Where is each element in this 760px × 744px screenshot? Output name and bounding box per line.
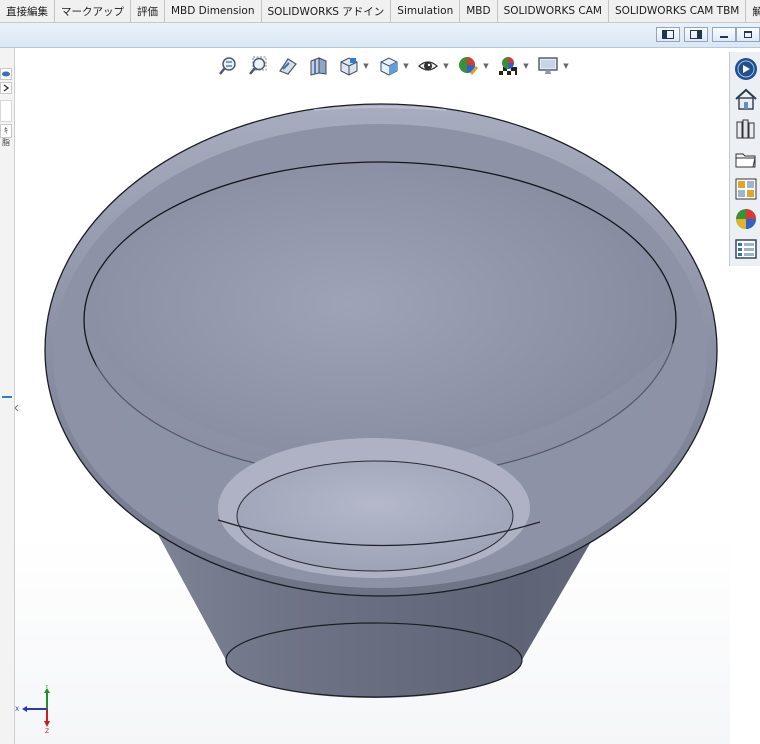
chevron-right-icon <box>3 84 10 92</box>
tab-solidworks-cam-tbm[interactable]: SOLIDWORKS CAM TBM <box>609 0 747 22</box>
tab-simulation[interactable]: Simulation <box>391 0 461 22</box>
restore-button[interactable] <box>736 27 760 42</box>
tile-right-button[interactable] <box>684 27 708 42</box>
triad-z-label: Z <box>45 728 49 733</box>
tab-mbd-dimension[interactable]: MBD Dimension <box>165 0 262 22</box>
apply-scene-button[interactable] <box>496 54 520 78</box>
section-view-icon <box>310 57 327 76</box>
design-library-icon <box>736 119 755 139</box>
triad-x-label: X <box>15 706 19 713</box>
restore-icon <box>744 31 752 38</box>
view-orientation-dropdown[interactable]: ▼ <box>362 62 370 70</box>
edit-appearance-button[interactable] <box>456 54 480 78</box>
edit-appearance-icon <box>459 57 479 75</box>
task-view-palette[interactable] <box>733 176 759 202</box>
hide-show-items-button[interactable] <box>416 54 440 78</box>
panel-splitter-marker[interactable] <box>2 396 12 398</box>
zoom-to-area-button[interactable] <box>246 54 270 78</box>
view-orientation-button[interactable] <box>336 54 360 78</box>
panel-partial-label: ｷ 脂 <box>0 124 12 147</box>
tab-evaluate[interactable]: 評価 <box>131 0 165 22</box>
task-pane <box>729 52 760 266</box>
panel-tab-chip[interactable] <box>0 68 12 80</box>
minimize-icon <box>720 36 728 38</box>
panel-expand-chip[interactable] <box>0 82 12 94</box>
tab-direct-edit[interactable]: 直接編集 <box>0 0 55 22</box>
triad-x-arrow <box>22 706 27 712</box>
tab-markup[interactable]: マークアップ <box>55 0 131 22</box>
tab-analysis-preparation[interactable]: 解析の準備 <box>746 0 760 22</box>
panel-eye-icon <box>2 71 10 77</box>
view-settings-icon <box>538 57 558 74</box>
panel-blank-chip <box>0 100 12 122</box>
previous-view-icon <box>279 58 297 75</box>
hide-show-dropdown[interactable]: ▼ <box>442 62 450 70</box>
view-orientation-icon <box>340 57 358 76</box>
tile-left-button[interactable] <box>656 27 680 42</box>
previous-view-button[interactable] <box>276 54 300 78</box>
view-palette-icon <box>735 178 757 200</box>
tab-mbd[interactable]: MBD <box>460 0 498 22</box>
task-design-library[interactable] <box>733 116 759 142</box>
appearances-scenes-icon <box>736 209 756 229</box>
zoom-to-fit-icon <box>219 57 236 75</box>
view-settings-button[interactable] <box>536 54 560 78</box>
zoom-to-fit-button[interactable] <box>216 54 240 78</box>
heads-up-view-toolbar: ▼ ▼ ▼ ▼ ▼ ▼ <box>216 52 570 80</box>
display-style-dropdown[interactable]: ▼ <box>402 62 410 70</box>
feature-manager-panel-edge: ｷ 脂 <box>0 48 19 744</box>
tab-solidworks-cam[interactable]: SOLIDWORKS CAM <box>498 0 609 22</box>
tab-solidworks-addins[interactable]: SOLIDWORKS アドイン <box>262 0 392 22</box>
task-solidworks-resources[interactable] <box>733 56 759 82</box>
display-style-icon <box>380 57 398 76</box>
task-custom-properties[interactable] <box>733 236 759 262</box>
triad-z-arrow <box>44 721 50 727</box>
section-view-button[interactable] <box>306 54 330 78</box>
tile-left-icon <box>662 30 674 39</box>
task-home[interactable] <box>733 86 759 112</box>
tile-right-icon <box>690 30 702 39</box>
hide-show-items-icon <box>418 61 438 71</box>
command-manager-tabs: 直接編集 マークアップ 評価 MBD Dimension SOLIDWORKS … <box>0 0 760 23</box>
apply-scene-icon <box>499 57 517 75</box>
solidworks-resources-icon <box>735 58 757 80</box>
task-appearances-scenes[interactable] <box>733 206 759 232</box>
document-window-strip <box>0 23 760 48</box>
triad-y-label: Y <box>44 685 49 690</box>
reference-triad: Y X Z <box>15 685 50 733</box>
zoom-to-area-icon <box>249 56 267 75</box>
task-file-explorer[interactable] <box>733 146 759 172</box>
view-settings-dropdown[interactable]: ▼ <box>562 62 570 70</box>
home-icon <box>735 88 757 110</box>
custom-properties-icon <box>735 239 757 259</box>
display-style-button[interactable] <box>376 54 400 78</box>
edit-appearance-dropdown[interactable]: ▼ <box>482 62 490 70</box>
bowl-model[interactable] <box>14 48 730 744</box>
apply-scene-dropdown[interactable]: ▼ <box>522 62 530 70</box>
minimize-button[interactable] <box>712 27 736 42</box>
file-explorer-icon <box>735 153 756 168</box>
